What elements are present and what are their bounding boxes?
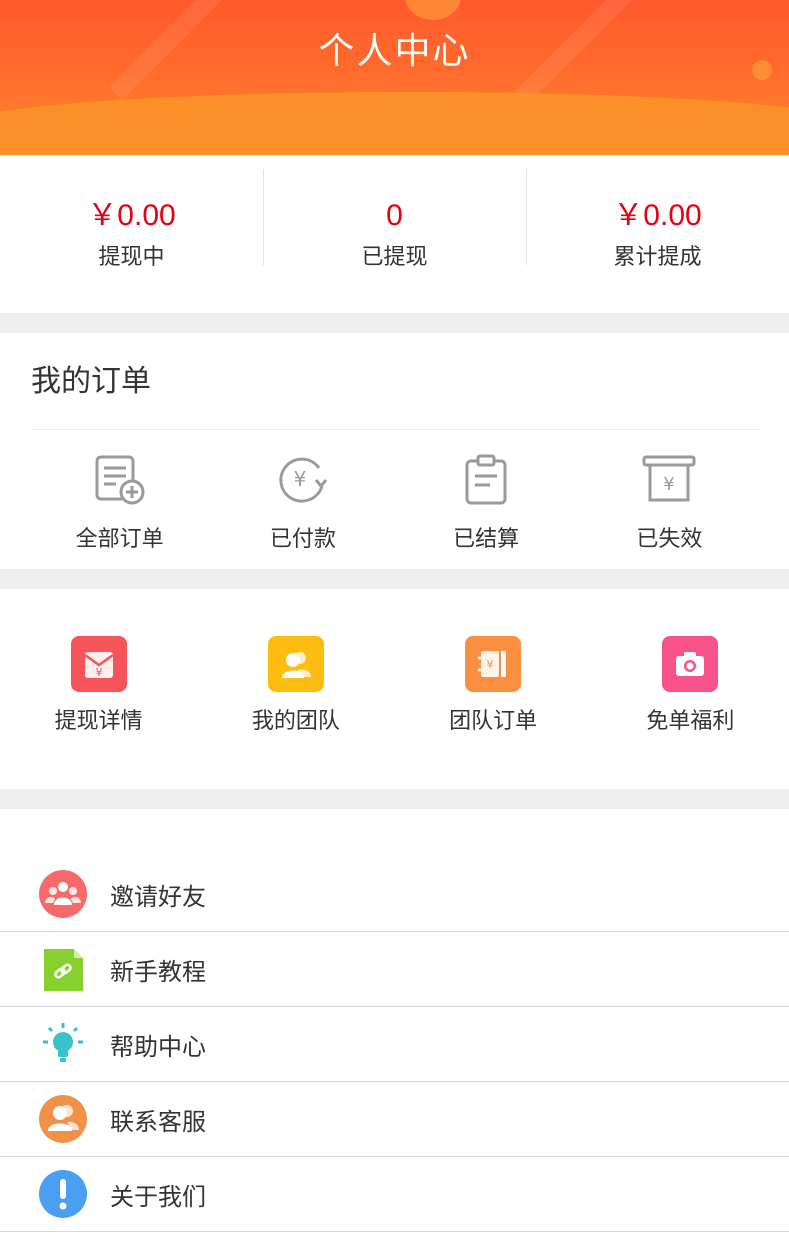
settled-icon	[465, 454, 507, 505]
stat-value: ￥0.00	[87, 199, 176, 232]
order-label: 已失效	[636, 527, 703, 552]
section-divider	[0, 313, 789, 333]
page-title: 个人中心	[318, 31, 471, 72]
section-title: 我的订单	[31, 364, 151, 399]
feature-label: 团队订单	[449, 709, 538, 734]
svg-text:¥: ¥	[294, 467, 307, 491]
menu-item-tutorial[interactable]: 新手教程	[0, 932, 789, 1007]
order-paid[interactable]: ¥ 已付款	[211, 430, 394, 560]
stat-value: 0	[386, 199, 403, 232]
feature-label: 免单福利	[646, 709, 735, 734]
feature-label: 提现详情	[54, 709, 143, 734]
stat-label: 已提现	[361, 245, 428, 270]
feature-my-team[interactable]: 我的团队	[197, 589, 394, 789]
menu-list: 邀请好友 新手教程 帮助中心 联系客服 关于我们	[0, 809, 789, 1232]
invite-friends-icon	[39, 870, 87, 918]
section-divider	[0, 789, 789, 809]
feature-withdraw-details[interactable]: ¥ 提现详情	[0, 589, 197, 789]
my-orders-section: 我的订单 全部订单 ¥ 已付款 已结算 ¥ 已失效	[0, 333, 789, 569]
feature-team-orders[interactable]: ¥ 团队订单	[395, 589, 592, 789]
order-label: 全部订单	[75, 527, 164, 552]
info-icon	[39, 1170, 87, 1218]
feature-label: 我的团队	[251, 709, 340, 734]
svg-text:¥: ¥	[664, 474, 675, 495]
stat-value: ￥0.00	[613, 199, 702, 232]
all-orders-icon	[95, 455, 145, 505]
order-all[interactable]: 全部订单	[28, 430, 211, 560]
order-settled[interactable]: 已结算	[395, 430, 578, 560]
customer-service-icon	[39, 1095, 87, 1143]
expired-icon: ¥	[642, 455, 696, 502]
order-label: 已结算	[453, 527, 520, 552]
menu-item-help-center[interactable]: 帮助中心	[0, 1007, 789, 1082]
menu-item-label: 关于我们	[110, 1182, 206, 1211]
svg-text:¥: ¥	[487, 658, 494, 671]
section-divider	[0, 569, 789, 589]
tutorial-icon	[39, 945, 87, 993]
order-label: 已付款	[269, 527, 336, 552]
stat-total-commission[interactable]: ￥0.00 累计提成	[526, 169, 789, 274]
red-envelope-icon: ¥	[70, 636, 127, 692]
menu-item-label: 帮助中心	[110, 1032, 206, 1061]
feature-grid: ¥ 提现详情 我的团队 ¥ 团队订单 免单福利	[0, 589, 789, 789]
menu-item-label: 邀请好友	[110, 882, 206, 911]
paid-icon: ¥	[279, 457, 328, 503]
menu-item-label: 新手教程	[110, 957, 206, 986]
feature-free-order[interactable]: 免单福利	[592, 589, 789, 789]
stat-label: 提现中	[98, 245, 165, 270]
camera-icon	[662, 636, 719, 692]
order-expired[interactable]: ¥ 已失效	[578, 430, 761, 560]
earnings-summary: ￥0.00 提现中 0 已提现 ￥0.00 累计提成	[0, 155, 789, 313]
menu-item-customer-service[interactable]: 联系客服	[0, 1082, 789, 1157]
header: 个人中心	[0, 0, 789, 155]
lightbulb-icon	[39, 1020, 87, 1068]
stat-label: 累计提成	[613, 245, 702, 270]
team-order-icon: ¥	[465, 636, 522, 692]
menu-item-invite-friends[interactable]: 邀请好友	[0, 857, 789, 932]
menu-item-about-us[interactable]: 关于我们	[0, 1157, 789, 1232]
team-icon	[267, 636, 324, 692]
stat-withdrawn[interactable]: 0 已提现	[263, 169, 526, 274]
stat-withdrawing[interactable]: ￥0.00 提现中	[0, 194, 263, 274]
svg-text:¥: ¥	[95, 666, 102, 679]
menu-item-label: 联系客服	[110, 1107, 206, 1136]
